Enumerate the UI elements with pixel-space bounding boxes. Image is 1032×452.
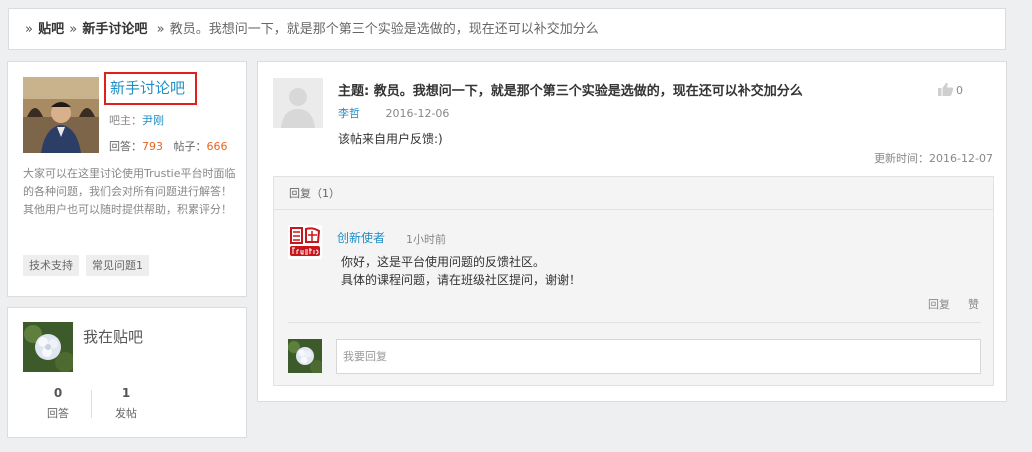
reply-divider (288, 322, 981, 323)
breadcrumb-root-link[interactable]: 贴吧 (38, 22, 64, 37)
forum-posts-count: 666 (206, 140, 228, 153)
breadcrumb-forum-link[interactable]: 新手讨论吧 (82, 22, 147, 37)
my-answers-value: 0 (53, 386, 63, 400)
my-answers-label: 回答 (47, 407, 69, 420)
user-avatar[interactable] (23, 322, 73, 372)
reply-button[interactable]: 回复 (928, 296, 950, 312)
post-title: 主题: 教员。我想问一下，就是那个第三个实验是选做的，现在还可以补交加分么 (338, 84, 803, 99)
thumbs-up-icon (938, 82, 954, 99)
stat-divider (91, 390, 92, 418)
like-reply-button[interactable]: 赞 (968, 296, 979, 312)
tag-tech-support[interactable]: 技术支持 (23, 255, 79, 276)
reply-author-link[interactable]: 创新使者 (337, 229, 385, 246)
forum-posts-label: 帖子： (173, 140, 207, 153)
post-like-button[interactable]: 0 (938, 82, 963, 99)
post-card: 主题: 教员。我想问一下，就是那个第三个实验是选做的，现在还可以补交加分么 0 … (257, 61, 1007, 402)
post-author-link[interactable]: 李哲 (338, 107, 360, 120)
forum-answers-label: 回答： (109, 140, 142, 153)
forum-description: 大家可以在这里讨论使用Trustie平台时面临的各种问题，我们会对所有问题进行解… (23, 167, 236, 216)
post-date: 2016-12-06 (385, 107, 450, 120)
post-author-avatar[interactable] (273, 78, 323, 128)
post-meta: 李哲 2016-12-06 (338, 105, 449, 121)
forum-stats: 回答：793 帖子：666 (109, 138, 228, 154)
post-updated-time: 更新时间：2016-12-07 (874, 152, 993, 165)
my-posts-stat[interactable]: 1 发帖 (96, 386, 156, 421)
forum-owner: 吧主：尹刚 (109, 112, 164, 128)
post-body: 该帖来自用户反馈:) (338, 132, 443, 146)
reply-text-line: 你好，这是平台使用问题的反馈社区。 (341, 255, 546, 269)
forum-tags: 技术支持 常见问题1 (23, 255, 149, 276)
breadcrumb-separator: » (152, 22, 165, 37)
my-forum-card: 我在贴吧 0 回答 1 发帖 (7, 307, 247, 438)
reply-author-avatar[interactable] (288, 225, 322, 259)
my-posts-value: 1 (121, 386, 131, 400)
forum-answers-count: 793 (142, 140, 163, 153)
forum-name-link[interactable]: 新手讨论吧 (110, 79, 185, 97)
reply-panel: 回复（1） 创新使者 1小时前 你好，这是平台使用问题的反馈社区。 具体的课程问… (273, 176, 994, 386)
forum-avatar[interactable] (23, 77, 99, 153)
reply-input[interactable] (336, 339, 981, 374)
my-forum-title: 我在贴吧 (83, 328, 144, 346)
breadcrumb-current: 教员。我想问一下，就是那个第三个实验是选做的，现在还可以补交加分么 (169, 22, 599, 37)
my-answers-stat[interactable]: 0 回答 (28, 386, 88, 421)
forum-info-card: 新手讨论吧 吧主：尹刚 回答：793 帖子：666 大家可以在这里讨论使用Tru… (7, 61, 247, 297)
breadcrumb-separator: » (69, 22, 78, 37)
breadcrumb-separator: » (25, 22, 33, 37)
reply-time: 1小时前 (406, 233, 446, 246)
tag-faq[interactable]: 常见问题1 (86, 255, 149, 276)
post-like-count: 0 (956, 84, 963, 97)
reply-actions: 回复 赞 (928, 296, 979, 312)
reply-count-header: 回复（1） (274, 177, 993, 210)
breadcrumb: » 贴吧 » 新手讨论吧 » 教员。我想问一下，就是那个第三个实验是选做的，现在… (8, 8, 1006, 50)
reply-text: 你好，这是平台使用问题的反馈社区。 具体的课程问题，请在班级社区提问，谢谢！ (341, 253, 581, 289)
reply-text-line: 具体的课程问题，请在班级社区提问，谢谢！ (341, 273, 582, 287)
forum-owner-label: 吧主： (109, 114, 142, 127)
forum-name-highlight: 新手讨论吧 (104, 72, 197, 105)
current-user-avatar (288, 339, 322, 373)
forum-owner-link[interactable]: 尹刚 (142, 114, 164, 127)
my-posts-label: 发帖 (115, 407, 137, 420)
